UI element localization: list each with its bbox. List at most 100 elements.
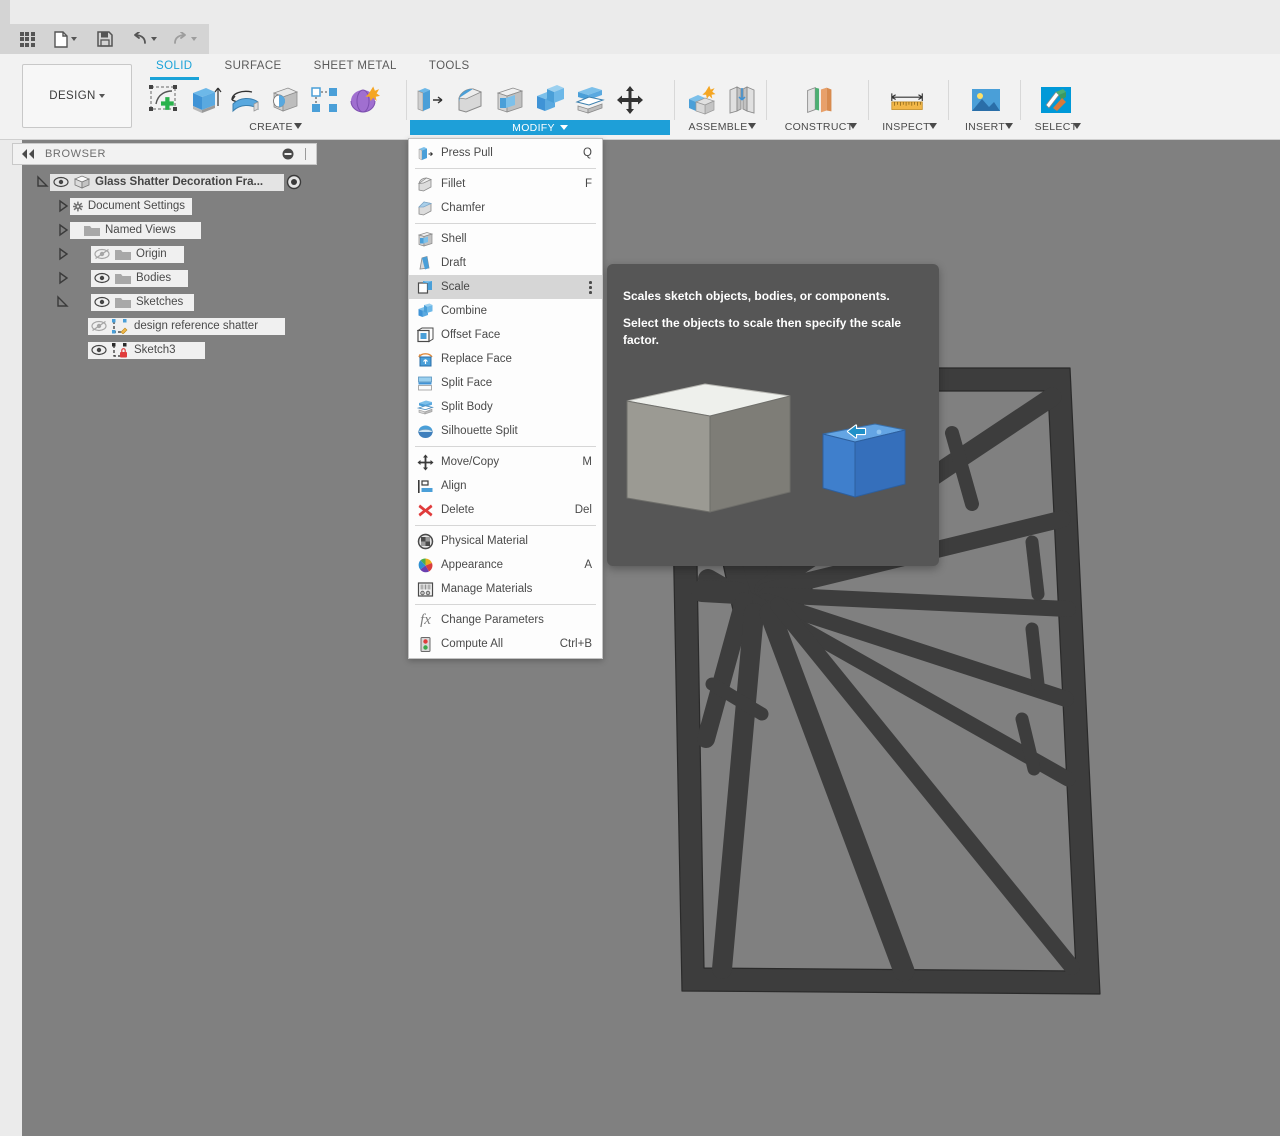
construct-chevron-down-icon[interactable]: [849, 123, 857, 129]
panel-resize-handle[interactable]: [305, 148, 306, 160]
visibility-eye-icon[interactable]: [53, 176, 69, 188]
tree-item-sketch3[interactable]: Sketch3: [12, 338, 322, 362]
menu-item-offset-face[interactable]: Offset Face: [409, 323, 602, 347]
menu-item-split-body[interactable]: Split Body: [409, 395, 602, 419]
split-body-tool-icon[interactable]: [570, 78, 610, 122]
expanded-arrow-icon[interactable]: [36, 175, 50, 189]
inspect-group-label[interactable]: INSPECT: [875, 120, 937, 134]
extrude-icon[interactable]: [185, 78, 225, 122]
tree-item-named-views[interactable]: Named Views: [12, 218, 322, 242]
create-chevron-down-icon[interactable]: [294, 123, 302, 129]
inspect-chevron-down-icon[interactable]: [929, 123, 937, 129]
select-chevron-down-icon[interactable]: [1073, 123, 1081, 129]
collapsed-arrow-icon[interactable]: [56, 223, 70, 237]
menu-item-change-parameters[interactable]: fx Change Parameters: [409, 608, 602, 632]
tree-item-design-reference-shatter[interactable]: design reference shatter: [12, 314, 322, 338]
redo-icon[interactable]: [168, 24, 200, 54]
tree-item-bodies[interactable]: Bodies: [12, 266, 322, 290]
menu-item-physical-material[interactable]: Physical Material: [409, 529, 602, 553]
menu-label-delete: Delete: [441, 504, 575, 516]
menu-item-chamfer[interactable]: Chamfer: [409, 196, 602, 220]
visibility-hidden-eye-icon[interactable]: [91, 320, 107, 332]
menu-item-press-pull[interactable]: Press Pull Q: [409, 141, 602, 165]
tab-solid[interactable]: SOLID: [140, 57, 209, 75]
fillet-tool-icon[interactable]: [450, 78, 490, 122]
create-form-icon[interactable]: [345, 78, 385, 122]
menu-item-align[interactable]: Align: [409, 474, 602, 498]
tree-label-sketches: Sketches: [136, 296, 183, 308]
press-pull-tool-icon[interactable]: [410, 78, 450, 122]
tree-item-root-component[interactable]: Glass Shatter Decoration Fra...: [12, 170, 322, 194]
app-grid-icon[interactable]: [14, 24, 40, 54]
double-chevron-left-icon[interactable]: [21, 149, 35, 159]
construct-plane-icon[interactable]: [800, 78, 840, 122]
visibility-eye-icon[interactable]: [94, 296, 110, 308]
fillet-icon: [417, 176, 434, 193]
menu-item-compute-all[interactable]: Compute All Ctrl+B: [409, 632, 602, 656]
menu-label-shell: Shell: [441, 233, 592, 245]
menu-item-manage-materials[interactable]: Manage Materials: [409, 577, 602, 601]
menu-item-appearance[interactable]: Appearance A: [409, 553, 602, 577]
menu-item-delete[interactable]: Delete Del: [409, 498, 602, 522]
measure-icon[interactable]: [888, 78, 928, 122]
tab-tools-label: TOOLS: [429, 60, 470, 72]
menu-item-shell[interactable]: Shell: [409, 227, 602, 251]
menu-item-move-copy[interactable]: Move/Copy M: [409, 450, 602, 474]
split-face-icon: [417, 375, 434, 392]
menu-item-silhouette-split[interactable]: Silhouette Split: [409, 419, 602, 443]
new-document-icon[interactable]: [48, 24, 82, 54]
ribbon-group-inspect: [888, 78, 928, 122]
collapsed-arrow-icon[interactable]: [56, 199, 70, 213]
save-icon[interactable]: [92, 24, 118, 54]
tree-item-origin[interactable]: Origin: [12, 242, 322, 266]
minus-circle-icon[interactable]: [282, 148, 294, 160]
visibility-hidden-eye-icon[interactable]: [94, 248, 110, 260]
visibility-eye-icon[interactable]: [94, 272, 110, 284]
menu-shortcut-compute-all: Ctrl+B: [560, 638, 602, 650]
rectangular-pattern-icon[interactable]: [305, 78, 345, 122]
menu-item-fillet[interactable]: Fillet F: [409, 172, 602, 196]
modify-chevron-down-icon[interactable]: [560, 125, 568, 130]
collapsed-arrow-icon[interactable]: [56, 271, 70, 285]
menu-overflow-dots-icon[interactable]: [589, 281, 592, 297]
tree-item-sketches[interactable]: Sketches: [12, 290, 322, 314]
move-copy-tool-icon[interactable]: [610, 78, 650, 122]
workspace-switcher[interactable]: DESIGN: [22, 64, 132, 128]
menu-item-combine[interactable]: Combine: [409, 299, 602, 323]
sweep-icon[interactable]: [265, 78, 305, 122]
construct-group-label[interactable]: CONSTRUCT: [780, 120, 858, 134]
menu-item-replace-face[interactable]: Replace Face: [409, 347, 602, 371]
silhouette-split-icon: [417, 423, 434, 440]
tab-sheet-metal[interactable]: SHEET METAL: [298, 57, 413, 75]
activate-component-radio-icon[interactable]: [286, 174, 302, 190]
assemble-chevron-down-icon[interactable]: [748, 123, 756, 129]
modify-dropdown-menu[interactable]: Press Pull Q Fillet F Chamfer: [408, 138, 603, 659]
create-sketch-icon[interactable]: [145, 78, 185, 122]
combine-icon: [417, 303, 434, 320]
tab-tools[interactable]: TOOLS: [413, 57, 486, 75]
tree-label-named-views: Named Views: [105, 224, 176, 236]
menu-label-silhouette-split: Silhouette Split: [441, 425, 592, 437]
collapsed-arrow-icon[interactable]: [56, 247, 70, 261]
select-tool-icon[interactable]: [1036, 78, 1076, 122]
menu-item-split-face[interactable]: Split Face: [409, 371, 602, 395]
appearance-icon: [417, 557, 434, 574]
new-component-icon[interactable]: [682, 78, 722, 122]
expanded-arrow-icon[interactable]: [56, 295, 70, 309]
modify-group-text: MODIFY: [512, 122, 555, 134]
menu-item-scale[interactable]: Scale: [409, 275, 602, 299]
modify-group-label[interactable]: MODIFY: [410, 120, 670, 135]
insert-chevron-down-icon[interactable]: [1005, 123, 1013, 129]
joint-icon[interactable]: [722, 78, 762, 122]
press-pull-icon: [417, 145, 434, 162]
shell-tool-icon[interactable]: [490, 78, 530, 122]
visibility-eye-icon[interactable]: [91, 344, 107, 356]
revolve-icon[interactable]: [225, 78, 265, 122]
menu-item-draft[interactable]: Draft: [409, 251, 602, 275]
assemble-group-label[interactable]: ASSEMBLE: [682, 120, 754, 134]
tree-item-document-settings[interactable]: Document Settings: [12, 194, 322, 218]
combine-tool-icon[interactable]: [530, 78, 570, 122]
undo-icon[interactable]: [128, 24, 160, 54]
tab-surface[interactable]: SURFACE: [209, 57, 298, 75]
insert-image-icon[interactable]: [966, 78, 1006, 122]
